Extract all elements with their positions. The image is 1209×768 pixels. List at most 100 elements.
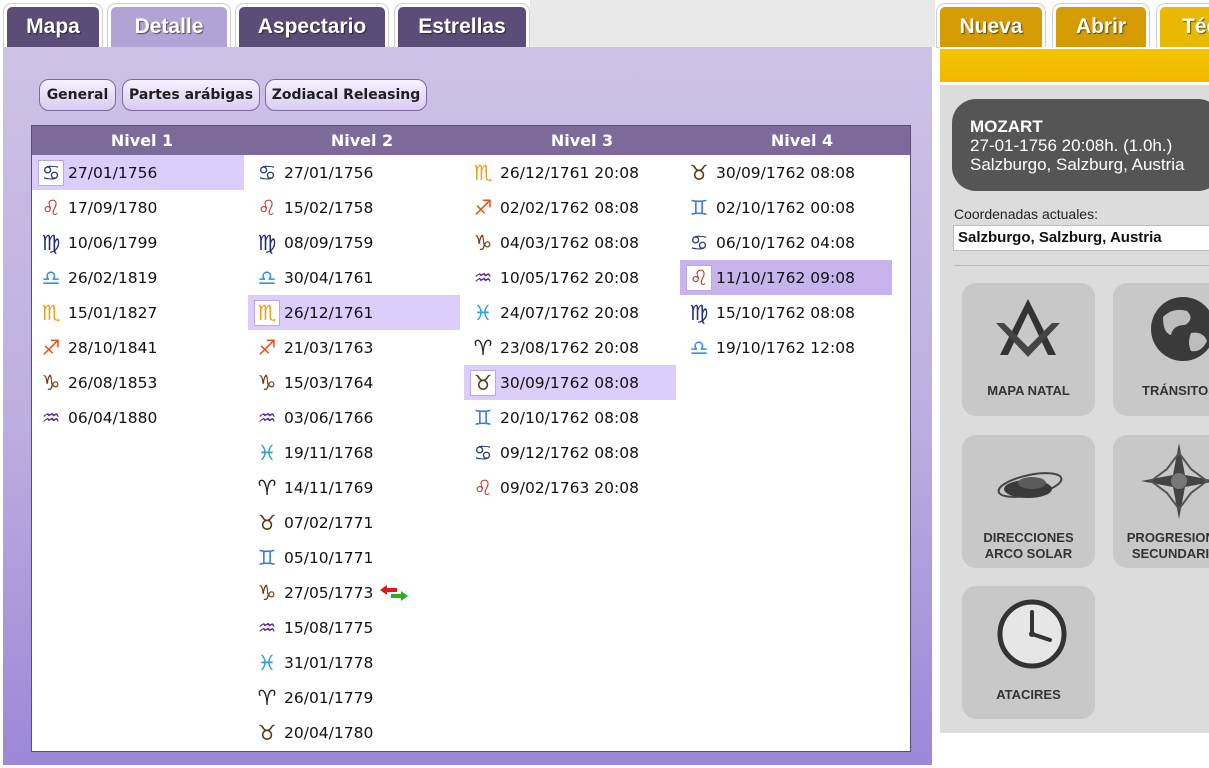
- row-date: 10/05/1762 20:08: [500, 268, 639, 287]
- tab-estrellas[interactable]: Estrellas: [395, 4, 529, 47]
- table-row[interactable]: ♍ 10/06/1799: [32, 225, 244, 260]
- atacires-tile[interactable]: ATACIRES: [962, 586, 1095, 719]
- table-row[interactable]: ♉ 07/02/1771: [248, 505, 460, 540]
- coords-input[interactable]: Salzburgo, Salzburg, Austria: [953, 225, 1209, 251]
- table-row[interactable]: ♌ 11/10/1762 09:08: [680, 260, 892, 295]
- table-row[interactable]: ♉ 30/09/1762 08:08: [464, 365, 676, 400]
- row-date: 09/12/1762 08:08: [500, 443, 639, 462]
- aquarius-icon: ♒: [257, 405, 277, 430]
- row-date: 15/03/1764: [284, 373, 374, 392]
- chart-datetime: 27-01-1756 20:08h. (1.0h.): [970, 136, 1173, 155]
- table-row[interactable]: ♒ 10/05/1762 20:08: [464, 260, 676, 295]
- row-date: 10/06/1799: [68, 233, 158, 252]
- subtab-general[interactable]: General: [39, 79, 116, 111]
- table-row[interactable]: ♊ 20/10/1762 08:08: [464, 400, 676, 435]
- aquarius-icon: ♒: [473, 265, 493, 290]
- table-row[interactable]: ♐ 21/03/1763: [248, 330, 460, 365]
- header-nivel-1: Nivel 1: [110, 131, 174, 150]
- aries-icon: ♈: [257, 475, 277, 500]
- transitos-label: TRÁNSITOS: [1142, 383, 1209, 398]
- table-row[interactable]: ♉ 20/04/1780: [248, 715, 460, 750]
- table-row[interactable]: ♍ 15/10/1762 08:08: [680, 295, 892, 330]
- table-row[interactable]: ♈ 14/11/1769: [248, 470, 460, 505]
- table-row[interactable]: ♊ 02/10/1762 00:08: [680, 190, 892, 225]
- capricorn-icon: ♑: [257, 370, 277, 395]
- compass-square-icon: [996, 299, 1060, 357]
- row-date: 31/01/1778: [284, 653, 374, 672]
- table-row[interactable]: ♋ 27/01/1756: [32, 155, 244, 190]
- table-row[interactable]: ♓ 24/07/1762 20:08: [464, 295, 676, 330]
- table-row[interactable]: ♐ 02/02/1762 08:08: [464, 190, 676, 225]
- row-date: 05/10/1771: [284, 548, 374, 567]
- row-date: 04/03/1762 08:08: [500, 233, 639, 252]
- scorpio-icon: ♏: [254, 299, 280, 326]
- row-date: 20/04/1780: [284, 723, 374, 742]
- progresiones-secundarias-tile[interactable]: PROGRESIONES SECUNDARIAS: [1113, 435, 1209, 568]
- tab-nueva[interactable]: Nueva: [937, 4, 1045, 47]
- table-row[interactable]: ♑ 04/03/1762 08:08: [464, 225, 676, 260]
- chart-info-card[interactable]: MOZART 27-01-1756 20:08h. (1.0h.) Salzbu…: [952, 99, 1209, 191]
- table-row[interactable]: ♑ 27/05/1773: [248, 575, 460, 610]
- tab-tecnicas[interactable]: Téc: [1157, 4, 1209, 47]
- row-date: 23/08/1762 20:08: [500, 338, 639, 357]
- subtab-partes-arabigas[interactable]: Partes arábigas: [122, 79, 260, 111]
- tab-mapa[interactable]: Mapa: [4, 4, 102, 47]
- row-date: 21/03/1763: [284, 338, 374, 357]
- table-row[interactable]: ♍ 08/09/1759: [248, 225, 460, 260]
- progresiones-label-1: PROGRESIONES: [1126, 530, 1209, 545]
- direcciones-arco-solar-tile[interactable]: DIRECCIONES ARCO SOLAR: [962, 435, 1095, 568]
- table-row[interactable]: ♒ 03/06/1766: [248, 400, 460, 435]
- row-date: 30/09/1762 08:08: [716, 163, 855, 182]
- table-row[interactable]: ♋ 09/12/1762 08:08: [464, 435, 676, 470]
- table-row[interactable]: ♓ 31/01/1778: [248, 645, 460, 680]
- tab-aspectario[interactable]: Aspectario: [236, 4, 388, 47]
- table-row[interactable]: ♎ 19/10/1762 12:08: [680, 330, 892, 365]
- divider: [954, 265, 1209, 266]
- row-date: 15/01/1827: [68, 303, 158, 322]
- table-row[interactable]: ♈ 23/08/1762 20:08: [464, 330, 676, 365]
- table-row[interactable]: ♋ 27/01/1756: [248, 155, 460, 190]
- chart-place: Salzburgo, Salzburg, Austria: [970, 155, 1185, 174]
- table-row[interactable]: ♊ 05/10/1771: [248, 540, 460, 575]
- subtab-zodiacal-releasing[interactable]: Zodiacal Releasing: [265, 79, 427, 111]
- gemini-icon: ♊: [257, 545, 277, 570]
- table-row[interactable]: ♉ 30/09/1762 08:08: [680, 155, 892, 190]
- table-row[interactable]: ♋ 06/10/1762 04:08: [680, 225, 892, 260]
- table-row[interactable]: ♎ 26/02/1819: [32, 260, 244, 295]
- table-row[interactable]: ♈ 26/01/1779: [248, 680, 460, 715]
- tab-abrir[interactable]: Abrir: [1053, 4, 1149, 47]
- table-row[interactable]: ♑ 15/03/1764: [248, 365, 460, 400]
- pisces-icon: ♓: [473, 300, 493, 325]
- mapa-natal-tile[interactable]: MAPA NATAL: [962, 283, 1095, 416]
- table-row[interactable]: ♎ 30/04/1761: [248, 260, 460, 295]
- tab-detalle[interactable]: Detalle: [108, 4, 230, 51]
- aries-icon: ♈: [257, 685, 277, 710]
- gemini-icon: ♊: [473, 405, 493, 430]
- libra-icon: ♎: [689, 335, 709, 360]
- capricorn-icon: ♑: [473, 230, 493, 255]
- leo-icon: ♌: [686, 264, 712, 291]
- column-nivel-3: ♏ 26/12/1761 20:08 ♐ 02/02/1762 08:08 ♑ 04/03…: [464, 155, 676, 505]
- pisces-icon: ♓: [257, 440, 277, 465]
- table-row[interactable]: ♒ 15/08/1775: [248, 610, 460, 645]
- table-row[interactable]: ♒ 06/04/1880: [32, 400, 244, 435]
- scorpio-icon: ♏: [41, 300, 61, 325]
- row-date: 28/10/1841: [68, 338, 158, 357]
- table-row[interactable]: ♓ 19/11/1768: [248, 435, 460, 470]
- table-row[interactable]: ♏ 26/12/1761 20:08: [464, 155, 676, 190]
- row-date: 26/12/1761: [284, 303, 374, 322]
- sagittarius-icon: ♐: [257, 335, 277, 360]
- table-row[interactable]: ♏ 26/12/1761: [248, 295, 460, 330]
- row-date: 06/04/1880: [68, 408, 158, 427]
- row-date: 06/10/1762 04:08: [716, 233, 855, 252]
- table-row[interactable]: ♌ 15/02/1758: [248, 190, 460, 225]
- row-date: 30/09/1762 08:08: [500, 373, 639, 392]
- table-row[interactable]: ♏ 15/01/1827: [32, 295, 244, 330]
- transitos-tile[interactable]: TRÁNSITOS: [1113, 283, 1209, 416]
- table-row[interactable]: ♌ 17/09/1780: [32, 190, 244, 225]
- table-row[interactable]: ♌ 09/02/1763 20:08: [464, 470, 676, 505]
- tab-strip-background: [530, 0, 935, 48]
- table-row[interactable]: ♑ 26/08/1853: [32, 365, 244, 400]
- table-row[interactable]: ♐ 28/10/1841: [32, 330, 244, 365]
- atacires-label: ATACIRES: [996, 687, 1061, 702]
